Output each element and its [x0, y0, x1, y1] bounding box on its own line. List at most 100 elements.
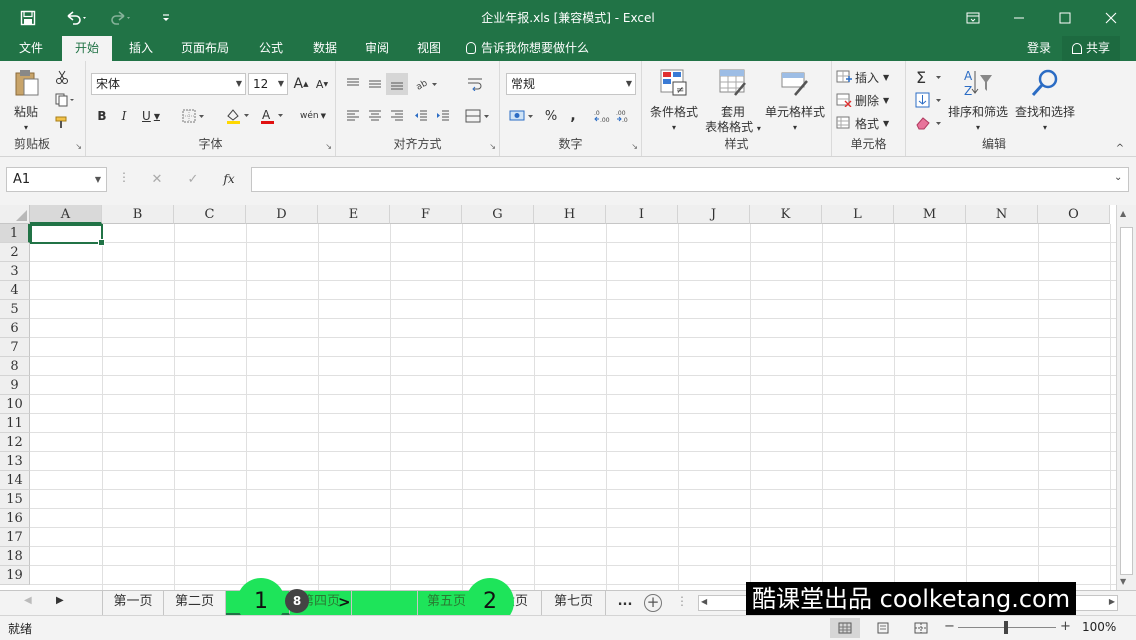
- autosum-icon[interactable]: Σ: [912, 67, 946, 87]
- menu-page-layout[interactable]: 页面布局: [172, 36, 238, 61]
- fill-icon[interactable]: [912, 90, 946, 110]
- worksheet-grid[interactable]: ABCDEFGHIJKLMNO 1 2 3 4 5 6 7 8 9 10 11 12 13 14 15 16 1…: [0, 205, 1116, 590]
- select-all-corner[interactable]: [0, 205, 30, 224]
- menu-review[interactable]: 审阅: [354, 36, 400, 61]
- bold-button[interactable]: B: [92, 105, 112, 127]
- column-header[interactable]: J: [678, 205, 750, 224]
- page-layout-view-icon[interactable]: [868, 618, 898, 638]
- row-header[interactable]: 14: [0, 471, 30, 490]
- column-header[interactable]: D: [246, 205, 318, 224]
- column-header[interactable]: H: [534, 205, 606, 224]
- column-header[interactable]: G: [462, 205, 534, 224]
- collapse-ribbon-icon[interactable]: ^: [1112, 141, 1128, 155]
- grow-font-button[interactable]: A ▲: [292, 73, 310, 95]
- row-header[interactable]: 4: [0, 281, 30, 300]
- row-header[interactable]: 19: [0, 566, 30, 585]
- cancel-icon[interactable]: ✕: [146, 169, 168, 189]
- vertical-scroll-thumb[interactable]: [1120, 227, 1133, 575]
- menu-formulas[interactable]: 公式: [248, 36, 294, 61]
- cell-styles-button[interactable]: 单元格样式 ▾: [762, 67, 828, 135]
- delete-cells-button[interactable]: 删除 ▼: [836, 90, 902, 110]
- row-header[interactable]: 13: [0, 452, 30, 471]
- zoom-out-icon[interactable]: −: [944, 619, 955, 634]
- tell-me-box[interactable]: 告诉我你想要做什么: [466, 36, 602, 61]
- align-middle-icon[interactable]: [364, 73, 386, 95]
- minimize-icon[interactable]: [996, 0, 1042, 36]
- insert-function-icon[interactable]: fx: [218, 169, 240, 189]
- page-break-view-icon[interactable]: [906, 618, 936, 638]
- active-cell-a1[interactable]: [30, 224, 105, 246]
- row-header[interactable]: 1: [0, 224, 30, 243]
- row-header[interactable]: 7: [0, 338, 30, 357]
- expand-formula-icon[interactable]: ⌄: [1114, 172, 1122, 183]
- enter-icon[interactable]: ✓: [182, 169, 204, 189]
- column-header[interactable]: B: [102, 205, 174, 224]
- row-header[interactable]: 15: [0, 490, 30, 509]
- borders-icon[interactable]: [178, 105, 210, 127]
- number-format-select[interactable]: 常规 ▼: [506, 73, 636, 95]
- row-header[interactable]: 2: [0, 243, 30, 262]
- tab-scroll-left-icon[interactable]: ◀: [24, 595, 32, 606]
- sign-in-link[interactable]: 登录: [1020, 36, 1058, 61]
- shrink-font-button[interactable]: A ▼: [313, 73, 331, 95]
- sheet-tab-1[interactable]: 第一页: [102, 591, 164, 615]
- format-cells-button[interactable]: 格式 ▼: [836, 113, 902, 133]
- name-box-dropdown-icon[interactable]: ▼: [95, 168, 101, 191]
- font-size-select[interactable]: 12 ▼: [248, 73, 288, 95]
- font-name-select[interactable]: 宋体 ▼: [91, 73, 246, 95]
- italic-button[interactable]: I: [114, 105, 134, 127]
- cut-icon[interactable]: [50, 67, 74, 87]
- sheet-tab-2[interactable]: 第二页: [164, 591, 226, 615]
- row-header[interactable]: 18: [0, 547, 30, 566]
- save-icon[interactable]: [14, 0, 42, 36]
- column-header[interactable]: N: [966, 205, 1038, 224]
- row-header[interactable]: 12: [0, 433, 30, 452]
- zoom-in-icon[interactable]: +: [1060, 619, 1071, 634]
- row-header[interactable]: 6: [0, 319, 30, 338]
- close-icon[interactable]: [1088, 0, 1134, 36]
- ribbon-display-icon[interactable]: [950, 0, 996, 36]
- row-header[interactable]: 9: [0, 376, 30, 395]
- align-right-icon[interactable]: [386, 105, 408, 127]
- row-header[interactable]: 5: [0, 300, 30, 319]
- column-header[interactable]: L: [822, 205, 894, 224]
- row-header[interactable]: 8: [0, 357, 30, 376]
- hscroll-right-icon[interactable]: ▶: [1109, 597, 1115, 606]
- clipboard-launcher-icon[interactable]: ↘: [75, 142, 82, 151]
- alignment-launcher-icon[interactable]: ↘: [489, 142, 496, 151]
- underline-button[interactable]: U ▼: [136, 105, 166, 127]
- row-header[interactable]: 11: [0, 414, 30, 433]
- paste-button[interactable]: 粘贴 ▾: [6, 67, 46, 135]
- scroll-down-icon[interactable]: ▼: [1120, 577, 1126, 586]
- font-color-icon[interactable]: A: [256, 105, 288, 127]
- merge-center-icon[interactable]: [462, 105, 494, 127]
- increase-indent-icon[interactable]: [432, 105, 454, 127]
- column-header[interactable]: M: [894, 205, 966, 224]
- fill-color-icon[interactable]: [222, 105, 254, 127]
- add-sheet-icon[interactable]: +: [644, 594, 662, 612]
- align-center-icon[interactable]: [364, 105, 386, 127]
- font-launcher-icon[interactable]: ↘: [325, 142, 332, 151]
- normal-view-icon[interactable]: [830, 618, 860, 638]
- copy-icon[interactable]: [50, 90, 80, 110]
- row-header[interactable]: 16: [0, 509, 30, 528]
- column-header[interactable]: E: [318, 205, 390, 224]
- column-header[interactable]: F: [390, 205, 462, 224]
- menu-data[interactable]: 数据: [302, 36, 348, 61]
- sheet-tab-7[interactable]: 第七页: [542, 591, 606, 615]
- column-header[interactable]: C: [174, 205, 246, 224]
- accounting-icon[interactable]: [506, 105, 538, 127]
- percent-button[interactable]: %: [540, 105, 562, 127]
- row-header[interactable]: 17: [0, 528, 30, 547]
- number-launcher-icon[interactable]: ↘: [631, 142, 638, 151]
- find-select-button[interactable]: 查找和选择 ▾: [1012, 67, 1078, 135]
- customize-icon[interactable]: [156, 0, 176, 36]
- zoom-slider-thumb[interactable]: [1004, 621, 1008, 634]
- tab-scroll-right-icon[interactable]: ▶: [56, 595, 64, 606]
- formula-bar-splitter-icon[interactable]: ⋮: [118, 170, 130, 184]
- decrease-indent-icon[interactable]: [410, 105, 432, 127]
- comma-button[interactable]: ,: [562, 105, 584, 127]
- menu-view[interactable]: 视图: [406, 36, 452, 61]
- format-as-table-button[interactable]: 套用 表格格式 ▾: [704, 67, 762, 136]
- hscroll-left-icon[interactable]: ◀: [701, 597, 707, 606]
